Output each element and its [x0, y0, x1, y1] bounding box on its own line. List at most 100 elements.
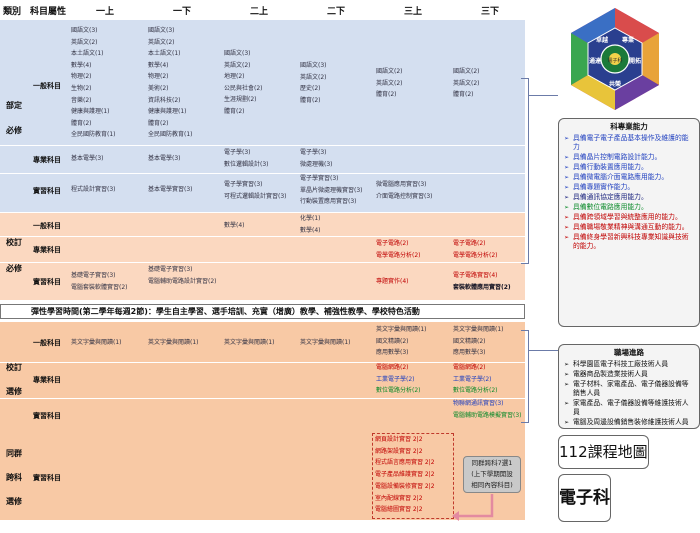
xd-general-s4: 化學(1) 數學(4)	[300, 213, 321, 236]
xx-general-s2: 英文字彙與閱讀(1)	[148, 337, 199, 349]
section-xx-1: 校訂	[6, 363, 22, 372]
map-title: 112課程地圖	[558, 435, 649, 469]
bd-prof-s1: 基本電學(3)	[71, 153, 104, 165]
cat-bd-practical: 實習科目	[33, 187, 61, 195]
course: 網頁設計實習 2|2	[375, 436, 423, 443]
cat-xd-professional: 專業科目	[33, 246, 61, 254]
course: 專題實作(4)	[376, 278, 409, 285]
bd-prof-s3: 電子學(3) 數位邏輯設計(3)	[224, 147, 269, 170]
career-item: 電腦及周邊設備銷售裝修維護技術人員	[564, 418, 695, 427]
course: 數學(4)	[148, 61, 169, 69]
course: 化學(1)	[300, 215, 321, 222]
course: 英語文(2)	[224, 61, 251, 69]
course: 電學電路分析(2)	[453, 251, 498, 259]
course: 國語文(3)	[71, 27, 98, 34]
course: 音樂(2)	[71, 96, 92, 104]
xx-prof-s6: 電腦網路(2) 工業電子學(2) 數位電路分析(2)	[453, 362, 498, 397]
career-item: 家電產品、電子儀器設備等維護技術人員	[564, 399, 695, 417]
xx-general-s1: 英文字彙與閱讀(1)	[71, 337, 122, 349]
course: 國語文(3)	[300, 62, 327, 69]
course: 微電腦應用實習(3)	[376, 181, 427, 188]
course: 數學(4)	[71, 61, 92, 69]
note-line: 同群跨科7選1	[471, 459, 513, 467]
cat-xd-general: 一般科目	[33, 222, 61, 230]
header-sem-1: 一上	[96, 7, 115, 17]
course: 電子學(3)	[300, 149, 327, 156]
cat-xx-professional: 專業科目	[33, 376, 61, 384]
xx-general-s5: 英文字彙與閱讀(1) 國文精讀(2) 應用數學(3)	[376, 324, 427, 359]
course: 英文字彙與閱讀(1)	[71, 339, 122, 346]
course: 電子學實習(3)	[300, 175, 339, 182]
header-sem-2: 一下	[173, 7, 192, 17]
xd-prof-s6: 電子電路(2) 電學電路分析(2)	[453, 238, 498, 261]
logo-word: 通達	[589, 57, 602, 65]
connector-line	[528, 78, 529, 263]
bd-prac-s2: 基本電學實習(3)	[148, 184, 193, 196]
bd-general-s5: 國語文(2) 英語文(2) 體育(2)	[376, 66, 403, 101]
course: 電腦設備裝修實習 2|2	[375, 482, 435, 490]
ability-item: 具備通訊協定應用能力。	[564, 193, 695, 202]
course: 室內配線實習 2|2	[375, 494, 423, 502]
note-line: (上下學期開設	[471, 470, 513, 478]
connector-line	[528, 330, 529, 422]
course: 英語文(2)	[71, 38, 98, 46]
divider	[0, 398, 525, 399]
ability-item: 具備電子電子產品基本操作及維護的能力	[564, 134, 695, 152]
course: 生物(2)	[71, 84, 92, 92]
section-bd-2: 必修	[6, 126, 22, 135]
tq-practical-list: 網頁設計實習 2|2 網路架設實習 2|2 程式語言應用實習 2|2 電子產品維…	[375, 434, 435, 516]
bd-general-s6: 國語文(2) 英語文(2) 體育(2)	[453, 66, 480, 101]
course: 英語文(2)	[453, 79, 480, 87]
course: 套裝軟體應用實習(2)	[453, 283, 511, 291]
course: 英語文(2)	[376, 79, 403, 87]
course: 體育(2)	[453, 91, 474, 99]
divider	[0, 236, 525, 237]
cross-group-note: 同群跨科7選1 (上下學期開設 相同內容科目)	[463, 456, 521, 493]
course: 國語文(3)	[224, 50, 251, 57]
course: 介面電路控制實習(3)	[376, 192, 433, 200]
divider	[0, 362, 525, 363]
course: 電子電路(2)	[453, 240, 486, 247]
connector-line	[528, 95, 558, 96]
connector-line	[521, 330, 529, 331]
ability-item: 具備職場敬業精神與溝通互動的能力。	[564, 223, 695, 232]
course: 英文字彙與閱讀(1)	[453, 326, 504, 333]
cat-xx-practical: 實習科目	[33, 412, 61, 420]
careers-title: 職場進路	[614, 348, 644, 357]
course: 體育(2)	[376, 91, 397, 99]
course: 物聯網通訊實習(3)	[453, 400, 504, 407]
section-xx-2: 選修	[6, 387, 22, 396]
logo-word: 卓越	[596, 36, 609, 44]
cat-bd-general: 一般科目	[33, 82, 61, 90]
section-bd-1: 部定	[6, 101, 22, 110]
course: 國文精讀(2)	[453, 337, 486, 345]
xd-prac-s6: 電子電路實習(4) 套裝軟體應用實習(2)	[453, 270, 511, 293]
course: 體育(2)	[300, 96, 321, 104]
cat-tq-practical: 實習科目	[33, 474, 61, 482]
ability-item: 具備微電腦介面電路應用能力。	[564, 173, 695, 182]
course: 電子學(3)	[224, 149, 251, 156]
ability-item: 具備行動裝置應用能力。	[564, 163, 695, 172]
header-sem-4: 二下	[327, 7, 346, 17]
course: 物理(2)	[148, 73, 169, 81]
career-item: 電器商品製造業技術人員	[564, 370, 695, 379]
course: 程式語言應用實習 2|2	[375, 459, 435, 467]
connector-line	[521, 78, 529, 79]
elective-banner: 彈性學習時間(第二學年每週2節)：學生自主學習、選手培訓、充實（增廣）教學、補強…	[0, 304, 525, 319]
course: 微處理機(3)	[300, 160, 333, 168]
course: 歷史(2)	[300, 85, 321, 93]
course: 基礎電子實習(3)	[71, 272, 116, 279]
bd-prof-s2: 基本電學(3)	[148, 153, 181, 165]
ability-item: 具備終身學習新興科技專業知識與技術的能力。	[564, 233, 695, 251]
course: 電子學實習(3)	[224, 181, 263, 188]
career-item: 科學園區電子科技工廠技術人員	[564, 360, 695, 369]
course: 物理(2)	[71, 73, 92, 81]
bd-prac-s1: 程式設計實習(3)	[71, 184, 116, 196]
bd-general-s3: 國語文(3) 英語文(2) 地理(2) 公民與社會(2) 生涯規劃(2) 體育(…	[224, 48, 263, 118]
course: 地理(2)	[224, 73, 245, 81]
course: 電學電路分析(2)	[376, 251, 421, 259]
course: 體育(2)	[71, 119, 92, 127]
course: 電子電路實習(4)	[453, 272, 498, 279]
note-arrow	[452, 494, 494, 521]
course: 電腦套裝軟體實習(2)	[71, 283, 128, 291]
